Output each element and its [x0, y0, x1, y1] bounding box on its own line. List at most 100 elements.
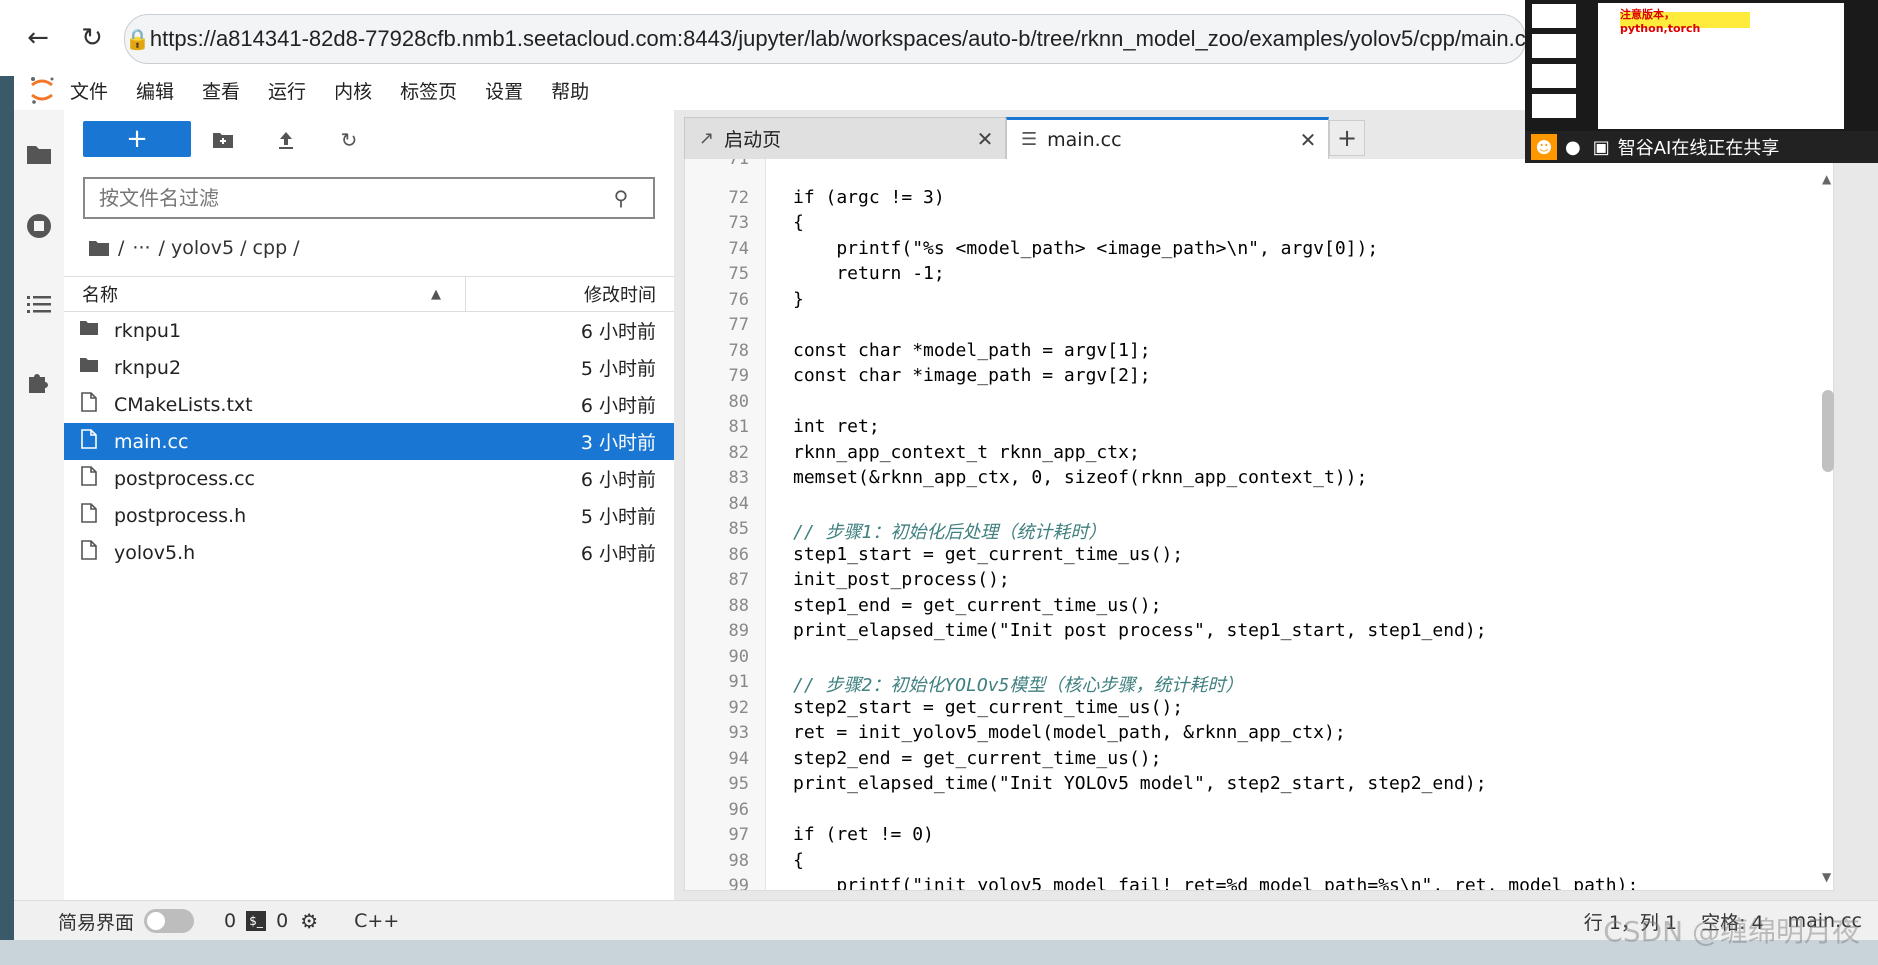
terminal-count[interactable]: 0	[276, 910, 288, 932]
code-line: init_post_process();	[793, 569, 1010, 590]
file-modified: 6 小时前	[580, 395, 656, 417]
new-folder-icon[interactable]	[207, 124, 239, 156]
kernel-count[interactable]: 0	[224, 910, 236, 932]
tab-launcher[interactable]: ↗ 启动页 ✕	[684, 117, 1006, 159]
extensions-puzzle-icon[interactable]	[14, 360, 64, 404]
line-number-gutter: 71 72 73 74 75 76 77 78 79 80 81 82 83 8…	[685, 159, 766, 890]
scroll-up-icon[interactable]: ▲	[1822, 172, 1831, 186]
file-name: rknpu1	[114, 319, 182, 342]
add-tab-button[interactable]: +	[1329, 120, 1365, 156]
file-modified: 5 小时前	[580, 358, 656, 380]
upload-icon[interactable]	[270, 124, 302, 156]
menu-help[interactable]: 帮助	[551, 77, 589, 104]
breadcrumb-path[interactable]: / yolov5 / cpp /	[159, 237, 300, 259]
file-row[interactable]: postprocess.cc 6 小时前	[64, 460, 674, 497]
share-thumbnail[interactable]	[1532, 64, 1576, 88]
line-number: 96	[728, 800, 749, 820]
line-number: 93	[728, 723, 749, 743]
launch-icon: ↗	[699, 128, 715, 149]
code-comment: // 步骤1：初始化后处理（统计耗时）	[793, 522, 1107, 543]
file-row[interactable]: rknpu2 5 小时前	[64, 349, 674, 386]
address-url[interactable]: https://a814341-82d8-77928cfb.nmb1.seeta…	[150, 26, 1537, 52]
share-thumbnail[interactable]	[1532, 94, 1576, 118]
language-mode[interactable]: C++	[354, 910, 399, 932]
code-line: rknn_app_context_t rknn_app_ctx;	[793, 442, 1140, 463]
running-kernels-icon[interactable]	[14, 204, 64, 248]
line-number: 91	[728, 672, 749, 692]
file-icon	[64, 540, 114, 565]
menu-settings[interactable]: 设置	[485, 77, 523, 104]
code-line: step1_end = get_current_time_us();	[793, 595, 1162, 616]
file-row[interactable]: CMakeLists.txt 6 小时前	[64, 386, 674, 423]
menu-file[interactable]: 文件	[70, 77, 108, 104]
share-status-bar: ☻ ● ▣ 智谷AI在线正在共享	[1525, 131, 1878, 163]
line-number: 97	[728, 825, 749, 845]
editor-scrollbar-thumb[interactable]	[1822, 390, 1834, 472]
code-comment: // 步骤2：初始化YOLOv5模型（核心步骤，统计耗时）	[793, 675, 1244, 696]
line-number: 79	[728, 366, 749, 386]
tab-main-cc[interactable]: ☰ main.cc ✕	[1006, 117, 1329, 159]
screen-share-icon: ▣	[1592, 136, 1610, 158]
close-icon[interactable]: ✕	[965, 127, 1005, 151]
file-modified: 6 小时前	[580, 543, 656, 565]
menu-run[interactable]: 运行	[268, 77, 306, 104]
code-line: const char *image_path = argv[2];	[793, 365, 1151, 386]
home-folder-icon[interactable]	[88, 239, 110, 257]
scroll-down-icon[interactable]: ▼	[1822, 870, 1831, 884]
code-line: step2_end = get_current_time_us();	[793, 748, 1162, 769]
code-line: {	[793, 212, 804, 233]
breadcrumb-ellipsis[interactable]: ···	[132, 237, 150, 259]
status-bar: 简易界面 0 $_ 0 ⚙ C++ 行 1，列 1 空格: 4 main.cc	[14, 900, 1878, 941]
arrow-left-icon: ←	[27, 23, 49, 53]
simple-mode-toggle[interactable]	[144, 909, 195, 933]
file-name: main.cc	[114, 430, 189, 453]
table-of-contents-icon[interactable]	[14, 282, 64, 326]
menu-edit[interactable]: 编辑	[136, 77, 174, 104]
menu-view[interactable]: 查看	[202, 77, 240, 104]
column-name-header[interactable]: 名称 ▲	[64, 277, 466, 311]
line-number: 82	[728, 443, 749, 463]
file-row[interactable]: postprocess.h 5 小时前	[64, 497, 674, 534]
search-icon: ⚲	[613, 186, 629, 210]
desktop-background	[0, 940, 1878, 965]
column-modified-header[interactable]: 修改时间	[466, 281, 674, 307]
csdn-watermark: CSDN @缠绵明月夜	[1603, 915, 1860, 948]
code-line: memset(&rknn_app_ctx, 0, sizeof(rknn_app…	[793, 467, 1368, 488]
line-number: 86	[728, 545, 749, 565]
share-thumbnail[interactable]	[1532, 34, 1576, 58]
line-number: 77	[728, 315, 749, 335]
tab-label: main.cc	[1047, 128, 1122, 151]
line-number: 78	[728, 341, 749, 361]
tab-label: 启动页	[724, 129, 782, 151]
refresh-icon[interactable]: ↻	[333, 124, 365, 156]
microphone-icon[interactable]: ●	[1565, 137, 1581, 158]
tab-bar: ↗ 启动页 ✕ ☰ main.cc ✕	[684, 117, 1329, 159]
code-line: step2_start = get_current_time_us();	[793, 697, 1184, 718]
back-button[interactable]: ←	[20, 20, 56, 56]
folder-icon	[64, 357, 114, 378]
code-editor[interactable]: 71 72 73 74 75 76 77 78 79 80 81 82 83 8…	[684, 159, 1834, 891]
file-filter-input[interactable]	[97, 185, 601, 211]
file-row[interactable]: rknpu1 6 小时前	[64, 312, 674, 349]
line-number: 83	[728, 468, 749, 488]
file-modified: 6 小时前	[580, 469, 656, 491]
code-line: int ret;	[793, 416, 880, 437]
code-line: {	[793, 850, 804, 871]
file-name: postprocess.h	[114, 504, 247, 527]
address-bar[interactable]: 🔒 https://a814341-82d8-77928cfb.nmb1.see…	[124, 14, 1537, 64]
file-icon	[64, 392, 114, 417]
reload-button[interactable]: ↻	[74, 20, 110, 56]
code-line: }	[793, 289, 804, 310]
share-thumbnail[interactable]	[1532, 4, 1576, 28]
file-row-selected[interactable]: main.cc 3 小时前	[64, 423, 674, 460]
new-launcher-button[interactable]: +	[83, 121, 191, 157]
menu-kernel[interactable]: 内核	[334, 77, 372, 104]
file-filter-box[interactable]: ⚲	[83, 177, 655, 219]
menu-tabs[interactable]: 标签页	[400, 77, 457, 104]
sort-ascending-icon: ▲	[431, 286, 441, 302]
breadcrumb-root[interactable]: /	[118, 237, 124, 259]
folder-icon[interactable]	[14, 132, 64, 176]
close-icon[interactable]: ✕	[1288, 128, 1328, 152]
file-row[interactable]: yolov5.h 6 小时前	[64, 534, 674, 571]
file-icon	[64, 503, 114, 528]
